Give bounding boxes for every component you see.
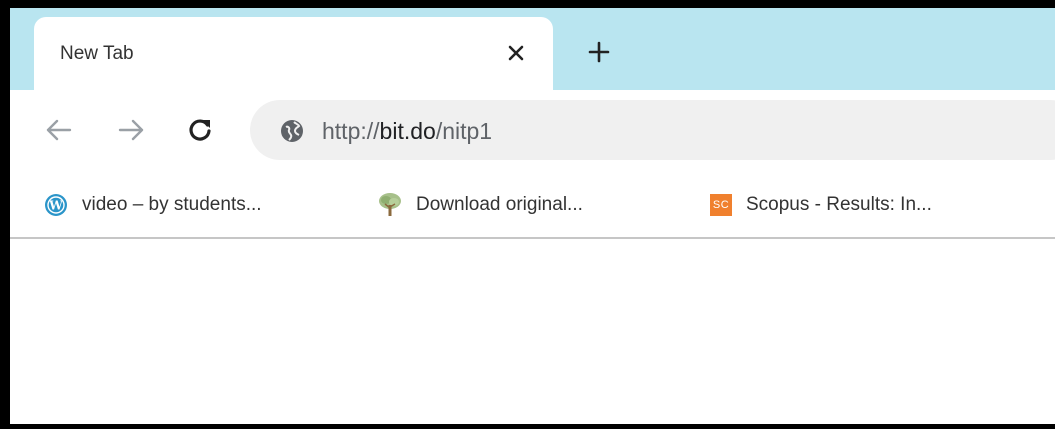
bookmark-label: video – by students... [82, 194, 262, 215]
navigation-toolbar: http://bit.do/nitp1 [10, 90, 1055, 174]
plus-icon [588, 41, 610, 63]
address-bar[interactable]: http://bit.do/nitp1 [250, 100, 1055, 160]
tab-title: New Tab [60, 43, 134, 64]
bookmark-download-original[interactable]: Download original... [378, 188, 583, 222]
close-icon [508, 45, 524, 61]
bookmarks-bar: W video – by students... Download origin… [10, 174, 1055, 239]
bookmark-label: Download original... [416, 194, 583, 215]
url-scheme: http:// [322, 118, 380, 144]
scopus-icon-text: SC [712, 199, 730, 211]
tab-new-tab[interactable]: New Tab [34, 17, 553, 90]
svg-text:W: W [48, 199, 63, 213]
close-tab-button[interactable] [500, 37, 532, 69]
bookmark-scopus-results[interactable]: SC Scopus - Results: In... [710, 188, 932, 222]
url-path: /nitp1 [435, 118, 493, 144]
page-content [10, 239, 1055, 424]
forward-arrow-icon [118, 119, 144, 141]
bookmark-label: Scopus - Results: In... [746, 194, 932, 215]
browser-window: New Tab http://bit.do/nitp1 W video – by… [10, 8, 1055, 424]
back-button[interactable] [40, 112, 76, 148]
reload-button[interactable] [182, 112, 218, 148]
url-host: bit.do [379, 118, 436, 144]
new-tab-button[interactable] [583, 36, 615, 68]
tab-strip: New Tab [10, 8, 1055, 90]
forward-button[interactable] [114, 112, 150, 148]
globe-icon[interactable] [280, 119, 304, 143]
tree-icon [379, 193, 401, 216]
wordpress-icon: W [45, 194, 67, 216]
url-text[interactable]: http://bit.do/nitp1 [322, 118, 492, 145]
scopus-icon: SC [710, 194, 732, 216]
reload-icon [189, 119, 211, 141]
back-arrow-icon [46, 119, 72, 141]
bookmark-video-by-students[interactable]: W video – by students... [44, 188, 262, 222]
